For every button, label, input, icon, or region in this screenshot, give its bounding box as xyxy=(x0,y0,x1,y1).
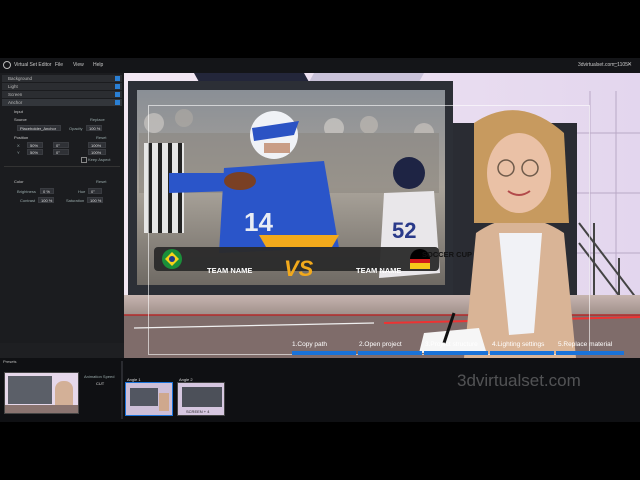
menu-view[interactable]: View xyxy=(73,62,84,68)
opacity-label: Opacity xyxy=(69,126,83,131)
saturation-field[interactable]: 100 % xyxy=(87,197,103,203)
opacity-field[interactable]: 100 % xyxy=(86,125,102,131)
step-4: 4.Lighting settings xyxy=(492,341,545,348)
app-logo-icon xyxy=(3,61,11,69)
source-field[interactable]: Placeholder_Anchor xyxy=(17,125,61,131)
size-y-field[interactable]: 100% xyxy=(88,149,106,155)
size-x-field[interactable]: 100% xyxy=(88,142,106,148)
color-heading: Color xyxy=(14,179,24,184)
contrast-field[interactable]: 100 % xyxy=(38,197,54,203)
angle-2-sublabel: SCREEN + 4 xyxy=(186,409,210,414)
presets-heading: Presets xyxy=(3,359,17,364)
keep-aspect-label: Keep Aspect xyxy=(88,157,111,162)
animation-speed-value[interactable]: CUT xyxy=(96,381,104,386)
left-panel: Background Light Screen Anchor Input Sou… xyxy=(0,73,124,343)
bottom-panel: Presets Animation Speed CUT Angle 1 Angl… xyxy=(0,358,640,422)
section-label: Screen xyxy=(8,92,23,97)
color-reset-button[interactable]: Reset xyxy=(96,179,106,184)
keep-aspect-checkbox[interactable] xyxy=(81,157,87,163)
selection-outline[interactable] xyxy=(148,105,590,355)
hue-field[interactable]: 0° xyxy=(88,188,102,194)
step-2: 2.Open project xyxy=(359,341,402,348)
section-label: Background xyxy=(8,76,33,81)
replace-button[interactable]: Replace xyxy=(90,117,105,122)
watermark-text: 3dvirtualset.com xyxy=(457,371,581,390)
position-reset-button[interactable]: Reset xyxy=(96,135,106,140)
y-label: Y xyxy=(17,150,20,155)
divider xyxy=(121,361,123,419)
position-label: Position xyxy=(14,135,29,140)
preset-thumbnail[interactable] xyxy=(4,372,79,414)
section-label: Anchor xyxy=(8,100,23,105)
step-2-bar xyxy=(358,351,422,355)
close-icon[interactable]: ✕ xyxy=(627,61,632,68)
window-title: Virtual Set Editor xyxy=(14,62,52,68)
checkbox-icon[interactable] xyxy=(115,84,120,89)
step-1-bar xyxy=(292,351,356,355)
angle-2-thumbnail[interactable]: SCREEN + 4 xyxy=(177,382,225,416)
divider xyxy=(4,166,120,167)
hue-label: Hue xyxy=(78,189,86,194)
file-name: 3dvirtualset.com_1105 xyxy=(578,62,628,68)
x-label: X xyxy=(17,143,20,148)
input-heading: Input xyxy=(14,109,23,114)
step-3: 3.Project structure xyxy=(425,341,478,348)
animation-speed-label: Animation Speed xyxy=(84,374,115,379)
app-window: Virtual Set Editor File View Help 3dvirt… xyxy=(0,58,640,422)
step-3-bar xyxy=(424,351,488,355)
section-anchor[interactable]: Anchor xyxy=(2,99,122,106)
brightness-label: Brightness xyxy=(17,189,36,194)
step-5: 5.Replace material xyxy=(558,341,613,348)
section-label: Light xyxy=(8,84,18,89)
viewport[interactable]: 52 14 SOCCER CUP TEAM NAME TEAM NAME VS xyxy=(124,73,640,358)
menu-help[interactable]: Help xyxy=(93,62,103,68)
rotation-x-field[interactable]: 0° xyxy=(53,142,69,148)
step-5-bar xyxy=(556,351,624,355)
title-bar: Virtual Set Editor File View Help 3dvirt… xyxy=(0,58,640,73)
brightness-field[interactable]: 0 % xyxy=(40,188,54,194)
x-field[interactable]: 50% xyxy=(27,142,43,148)
checkbox-icon[interactable] xyxy=(115,76,120,81)
checkbox-icon[interactable] xyxy=(115,100,120,105)
source-label: Source xyxy=(14,117,27,122)
step-1: 1.Copy path xyxy=(292,341,328,348)
saturation-label: Saturation xyxy=(66,198,85,203)
section-background[interactable]: Background xyxy=(2,75,122,82)
contrast-label: Contrast xyxy=(20,198,36,203)
step-4-bar xyxy=(490,351,554,355)
menu-file[interactable]: File xyxy=(55,62,63,68)
section-screen[interactable]: Screen xyxy=(2,91,122,98)
checkbox-icon[interactable] xyxy=(115,92,120,97)
angle-1-thumbnail[interactable] xyxy=(125,382,173,416)
section-light[interactable]: Light xyxy=(2,83,122,90)
y-field[interactable]: 50% xyxy=(27,149,43,155)
minimize-icon[interactable]: – xyxy=(614,61,617,67)
rotation-y-field[interactable]: 0° xyxy=(53,149,69,155)
